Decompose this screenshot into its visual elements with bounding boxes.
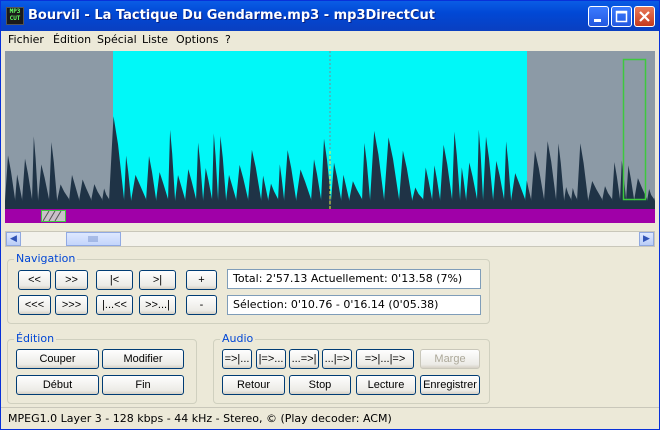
view-window-marker: [41, 210, 66, 222]
nav-forward-button[interactable]: >>: [55, 270, 88, 290]
position-track[interactable]: [5, 209, 655, 223]
play-after-end-button[interactable]: ...|=>: [322, 349, 352, 369]
selection-area: [113, 51, 527, 209]
menu-bar: Fichier Édition Spécial Liste Options ?: [1, 31, 659, 49]
horizontal-scrollbar[interactable]: ◀ ▶: [5, 231, 655, 247]
play-to-end-button[interactable]: ...=>|: [289, 349, 319, 369]
edition-group: Édition Couper Modifier Début Fin: [7, 332, 197, 404]
zoom-in-button[interactable]: +: [186, 270, 217, 290]
selection-info: Sélection: 0'10.76 - 0'16.14 (0'05.38): [227, 295, 481, 315]
page-marker: [622, 58, 647, 201]
arrow-left-icon: ◀: [10, 234, 17, 244]
main-window: MP3 CUT Bourvil - La Tactique Du Gendarme…: [0, 0, 660, 430]
window-title: Bourvil - La Tactique Du Gendarme.mp3 - …: [28, 8, 435, 23]
app-icon: MP3 CUT: [6, 7, 24, 25]
margin-button[interactable]: Marge: [420, 349, 480, 369]
menu-help[interactable]: ?: [225, 33, 231, 46]
scroll-right-button[interactable]: ▶: [639, 232, 654, 246]
nav-to-start-button[interactable]: |...<<: [96, 295, 133, 315]
zoom-out-button[interactable]: -: [186, 295, 217, 315]
nav-to-end-button[interactable]: >>...|: [139, 295, 176, 315]
scroll-left-button[interactable]: ◀: [6, 232, 21, 246]
audio-legend: Audio: [220, 332, 256, 345]
play-button[interactable]: Lecture: [356, 375, 416, 395]
menu-options[interactable]: Options: [176, 33, 218, 46]
title-bar[interactable]: MP3 CUT Bourvil - La Tactique Du Gendarme…: [1, 1, 659, 31]
play-after-start-button[interactable]: |=>...: [256, 349, 286, 369]
arrow-right-icon: ▶: [643, 234, 650, 244]
minimize-icon: [594, 19, 601, 22]
nav-fast-forward-button[interactable]: >>>: [55, 295, 88, 315]
minimize-button[interactable]: [588, 6, 609, 27]
close-icon: [639, 11, 650, 22]
menu-liste[interactable]: Liste: [142, 33, 168, 46]
position-track-graph: [41, 210, 66, 222]
nav-fast-back-button[interactable]: <<<: [18, 295, 51, 315]
menu-special[interactable]: Spécial: [97, 33, 137, 46]
cut-button[interactable]: Couper: [16, 349, 99, 369]
nav-start-button[interactable]: |<: [96, 270, 133, 290]
waveform-display[interactable]: [5, 51, 660, 209]
maximize-icon: [615, 10, 628, 23]
audio-group: Audio =>|... |=>... ...=>| ...|=> =>|...…: [213, 332, 490, 404]
menu-edition[interactable]: Édition: [53, 33, 91, 46]
end-button[interactable]: Fin: [102, 375, 184, 395]
nav-end-button[interactable]: >|: [139, 270, 176, 290]
menu-fichier[interactable]: Fichier: [8, 33, 44, 46]
maximize-button[interactable]: [611, 6, 632, 27]
status-bar: MPEG1.0 Layer 3 - 128 kbps - 44 kHz - St…: [1, 407, 659, 430]
stop-button[interactable]: Stop: [289, 375, 351, 395]
status-text: MPEG1.0 Layer 3 - 128 kbps - 44 kHz - St…: [8, 412, 392, 425]
record-button[interactable]: Enregistrer: [420, 375, 480, 395]
play-selection-button[interactable]: =>|...|=>: [356, 349, 414, 369]
edition-legend: Édition: [14, 332, 57, 345]
grip-icon: [88, 236, 98, 242]
navigation-group: Navigation << >> |< >| + <<< >>> |...<< …: [7, 252, 490, 324]
close-button[interactable]: [634, 6, 655, 27]
navigation-legend: Navigation: [14, 252, 78, 265]
play-from-start-button[interactable]: =>|...: [222, 349, 252, 369]
scroll-thumb[interactable]: [66, 232, 121, 246]
modify-button[interactable]: Modifier: [102, 349, 184, 369]
begin-button[interactable]: Début: [16, 375, 99, 395]
rewind-button[interactable]: Retour: [222, 375, 285, 395]
waveform-graph: [5, 51, 660, 209]
position-info: Total: 2'57.13 Actuellement: 0'13.58 (7%…: [227, 269, 481, 289]
nav-back-button[interactable]: <<: [18, 270, 51, 290]
